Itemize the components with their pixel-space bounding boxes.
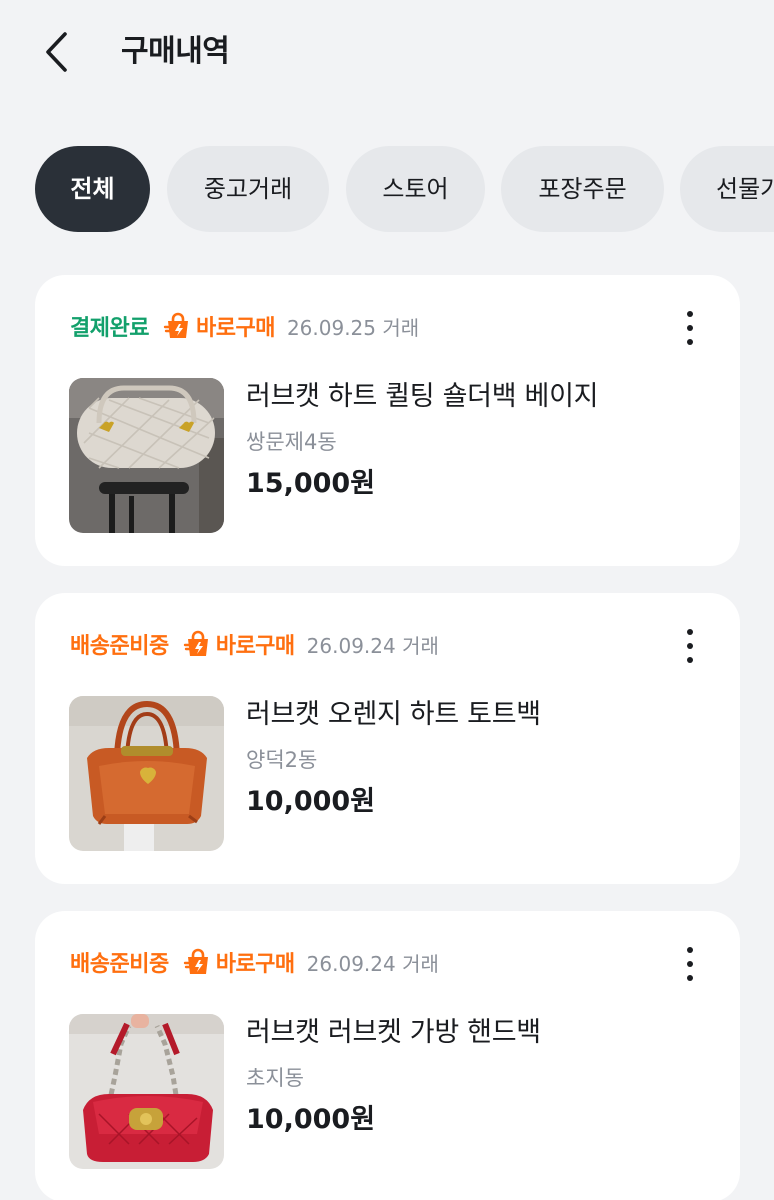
instant-buy-badge: 바로구매	[183, 946, 295, 978]
shopping-bag-icon	[183, 630, 208, 656]
product-thumbnail[interactable]	[69, 1014, 224, 1169]
product-title[interactable]: 러브캣 하트 퀼팅 숄더백 베이지	[246, 379, 598, 415]
filter-chip-takeout[interactable]: 포장주문	[501, 146, 664, 232]
product-title[interactable]: 러브캣 오렌지 하트 토트백	[246, 697, 541, 733]
order-card[interactable]: 결제완료 바로구매 26.09.25 거래 러브캣 하트 퀼팅 숄더백 베이지 …	[35, 275, 740, 566]
filter-chip-gift[interactable]: 선물가	[680, 146, 774, 232]
more-dot-icon	[687, 657, 693, 663]
more-dot-icon	[687, 339, 693, 345]
more-options-button[interactable]	[678, 943, 702, 985]
purchase-history-screen: 구매내역 전체 중고거래 스토어 포장주문 선물가 결제완료 바로구매 26.0…	[0, 0, 774, 1200]
order-card[interactable]: 배송준비중 바로구매 26.09.24 거래	[35, 911, 740, 1200]
order-status-row: 결제완료 바로구매 26.09.25 거래	[70, 309, 419, 343]
more-dot-icon	[687, 947, 693, 953]
product-location: 쌍문제4동	[246, 430, 337, 454]
product-price: 10,000원	[246, 1104, 376, 1135]
order-status: 배송준비중	[70, 952, 169, 977]
product-thumbnail[interactable]	[69, 378, 224, 533]
more-dot-icon	[687, 643, 693, 649]
instant-buy-badge: 바로구매	[183, 628, 295, 660]
instant-buy-label: 바로구매	[215, 952, 295, 977]
page-title: 구매내역	[121, 34, 230, 69]
shopping-bag-icon	[163, 312, 188, 338]
more-options-button[interactable]	[678, 625, 702, 667]
instant-buy-badge: 바로구매	[163, 310, 275, 342]
chevron-left-icon	[46, 32, 67, 72]
product-price: 10,000원	[246, 786, 376, 817]
order-status: 배송준비중	[70, 634, 169, 659]
order-status: 결제완료	[70, 316, 149, 341]
filter-chip-all[interactable]: 전체	[35, 146, 150, 232]
more-dot-icon	[687, 311, 693, 317]
order-date: 26.09.25 거래	[286, 315, 420, 340]
beige-quilted-bag-image	[69, 378, 224, 533]
product-thumbnail[interactable]	[69, 696, 224, 851]
orange-tote-bag-image	[69, 696, 224, 851]
product-location: 양덕2동	[246, 748, 318, 772]
filter-chip-used-trade[interactable]: 중고거래	[167, 146, 329, 232]
more-options-button[interactable]	[678, 307, 702, 349]
back-button[interactable]	[34, 28, 82, 76]
more-dot-icon	[687, 961, 693, 967]
order-date: 26.09.24 거래	[306, 951, 439, 976]
shopping-bag-icon	[183, 948, 208, 974]
product-price: 15,000원	[246, 468, 376, 499]
red-handbag-image	[69, 1014, 224, 1169]
instant-buy-label: 바로구매	[215, 634, 295, 659]
filter-chip-bar: 전체 중고거래 스토어 포장주문 선물가	[0, 146, 774, 232]
more-dot-icon	[687, 325, 693, 331]
product-title[interactable]: 러브캣 러브켓 가방 핸드백	[246, 1015, 541, 1051]
filter-chip-store[interactable]: 스토어	[346, 146, 485, 232]
more-dot-icon	[687, 975, 693, 981]
order-date: 26.09.24 거래	[306, 633, 439, 658]
order-card[interactable]: 배송준비중 바로구매 26.09.24 거래	[35, 593, 740, 884]
more-dot-icon	[687, 629, 693, 635]
product-location: 초지동	[246, 1066, 304, 1090]
header: 구매내역	[0, 0, 774, 105]
instant-buy-label: 바로구매	[195, 316, 275, 341]
order-status-row: 배송준비중 바로구매 26.09.24 거래	[70, 945, 439, 979]
order-status-row: 배송준비중 바로구매 26.09.24 거래	[70, 627, 439, 661]
